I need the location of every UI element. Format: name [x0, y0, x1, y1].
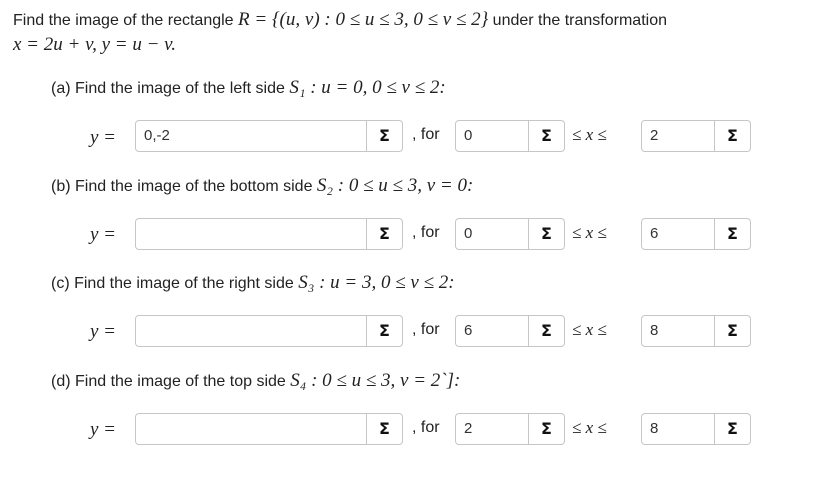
for-label-c: , for	[412, 321, 440, 338]
sigma-icon[interactable]: Σ	[715, 218, 751, 250]
lower-bound-input-d[interactable]: 2	[455, 413, 529, 445]
question-d: (d) Find the image of the top side S₄ : …	[51, 370, 460, 392]
question-b: (b) Find the image of the bottom side S₂…	[51, 175, 473, 197]
y-equals-label-b: y =	[90, 224, 117, 245]
lower-bound-input-a[interactable]: 0	[455, 120, 529, 152]
question-b-math: S₂ : 0 ≤ u ≤ 3, v = 0:	[316, 175, 474, 196]
transformation-definition: x = 2u + v, y = u − v.	[13, 34, 176, 55]
intro-text: Find the image of the rectangle	[13, 12, 234, 29]
rectangle-definition: R = {(u, v) : 0 ≤ u ≤ 3, 0 ≤ v ≤ 2}	[238, 9, 489, 30]
y-equals-label-d: y =	[90, 419, 117, 440]
question-b-label: (b) Find the image of the bottom side	[51, 178, 313, 195]
inequality-label-b: ≤ x ≤	[572, 223, 607, 242]
question-a: (a) Find the image of the left side S₁ :…	[51, 77, 446, 99]
sigma-icon[interactable]: Σ	[529, 120, 565, 152]
sigma-icon[interactable]: Σ	[367, 315, 403, 347]
sigma-icon[interactable]: Σ	[529, 315, 565, 347]
question-c: (c) Find the image of the right side S₃ …	[51, 272, 455, 294]
inequality-label-d: ≤ x ≤	[572, 418, 607, 437]
question-c-label: (c) Find the image of the right side	[51, 275, 294, 292]
question-a-math: S₁ : u = 0, 0 ≤ v ≤ 2:	[289, 77, 446, 98]
problem-statement: Find the image of the rectangle R = {(u,…	[13, 10, 667, 31]
upper-bound-input-c[interactable]: 8	[641, 315, 715, 347]
sigma-icon[interactable]: Σ	[715, 315, 751, 347]
for-label-a: , for	[412, 126, 440, 143]
for-label-d: , for	[412, 419, 440, 436]
sigma-icon[interactable]: Σ	[367, 120, 403, 152]
upper-bound-input-b[interactable]: 6	[641, 218, 715, 250]
lower-bound-input-b[interactable]: 0	[455, 218, 529, 250]
question-a-label: (a) Find the image of the left side	[51, 80, 285, 97]
sigma-icon[interactable]: Σ	[367, 413, 403, 445]
inequality-label-a: ≤ x ≤	[572, 125, 607, 144]
sigma-icon[interactable]: Σ	[715, 120, 751, 152]
sigma-icon[interactable]: Σ	[529, 218, 565, 250]
upper-bound-input-a[interactable]: 2	[641, 120, 715, 152]
answer-input-d[interactable]	[135, 413, 367, 445]
y-equals-label-a: y =	[90, 127, 117, 148]
lower-bound-input-c[interactable]: 6	[455, 315, 529, 347]
question-d-math: S₄ : 0 ≤ u ≤ 3, v = 2`]:	[290, 370, 461, 391]
question-c-math: S₃ : u = 3, 0 ≤ v ≤ 2:	[298, 272, 455, 293]
inequality-label-c: ≤ x ≤	[572, 320, 607, 339]
answer-input-c[interactable]	[135, 315, 367, 347]
answer-input-b[interactable]	[135, 218, 367, 250]
for-label-b: , for	[412, 224, 440, 241]
answer-input-a[interactable]: 0,-2	[135, 120, 367, 152]
sigma-icon[interactable]: Σ	[529, 413, 565, 445]
upper-bound-input-d[interactable]: 8	[641, 413, 715, 445]
sigma-icon[interactable]: Σ	[715, 413, 751, 445]
y-equals-label-c: y =	[90, 321, 117, 342]
sigma-icon[interactable]: Σ	[367, 218, 403, 250]
intro-tail: under the transformation	[492, 12, 667, 29]
question-d-label: (d) Find the image of the top side	[51, 373, 286, 390]
